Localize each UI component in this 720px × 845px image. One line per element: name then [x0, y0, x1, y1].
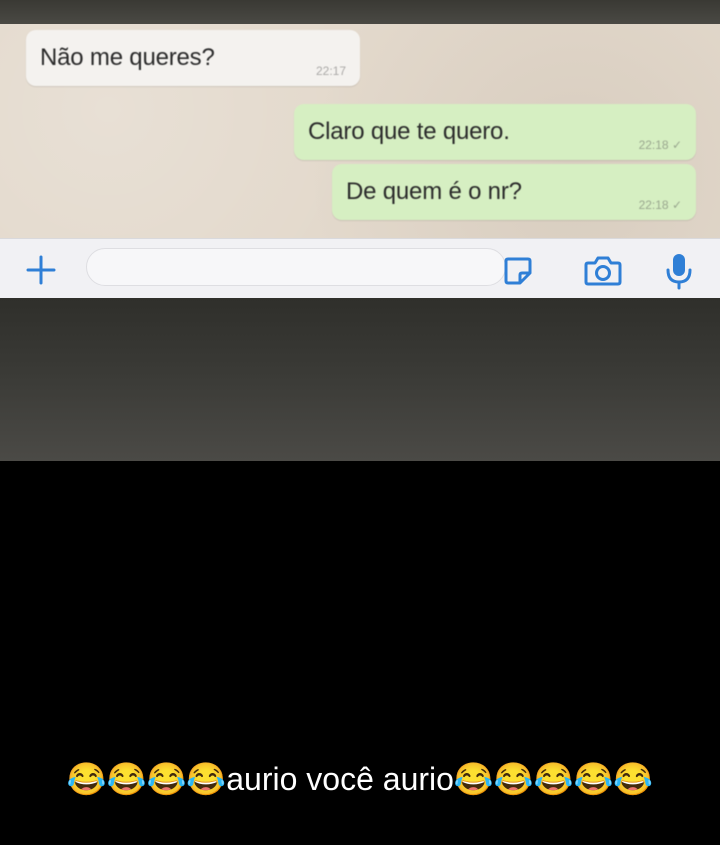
message-timestamp: 22:18 ✓: [638, 138, 682, 152]
chat-input-bar: [0, 238, 720, 299]
message-timestamp: 22:18 ✓: [638, 198, 682, 212]
message-input[interactable]: [86, 248, 506, 286]
microphone-icon[interactable]: [664, 251, 694, 291]
message-text: De quem é o nr?: [346, 178, 522, 205]
message-text: Claro que te quero.: [308, 118, 510, 145]
outgoing-message-bubble: Claro que te quero. 22:18 ✓: [294, 104, 696, 160]
story-screen: Não me queres? 22:17 Claro que te quero.…: [0, 0, 720, 845]
message-text: Não me queres?: [40, 44, 215, 71]
chat-message-area: Não me queres? 22:17 Claro que te quero.…: [0, 24, 720, 238]
incoming-message-bubble: Não me queres? 22:17: [26, 30, 360, 86]
phone-top-bezel: [0, 0, 720, 24]
outgoing-message-bubble: De quem é o nr? 22:18 ✓: [332, 164, 696, 220]
story-caption: 😂😂😂😂aurio você aurio😂😂😂😂😂: [66, 761, 654, 797]
chat-screenshot-photo: Não me queres? 22:17 Claro que te quero.…: [0, 0, 720, 461]
plus-icon[interactable]: [24, 253, 58, 287]
camera-icon[interactable]: [582, 253, 624, 289]
photo-dark-background: [0, 298, 720, 461]
sticker-icon[interactable]: [500, 253, 536, 289]
message-timestamp: 22:17: [315, 64, 346, 78]
